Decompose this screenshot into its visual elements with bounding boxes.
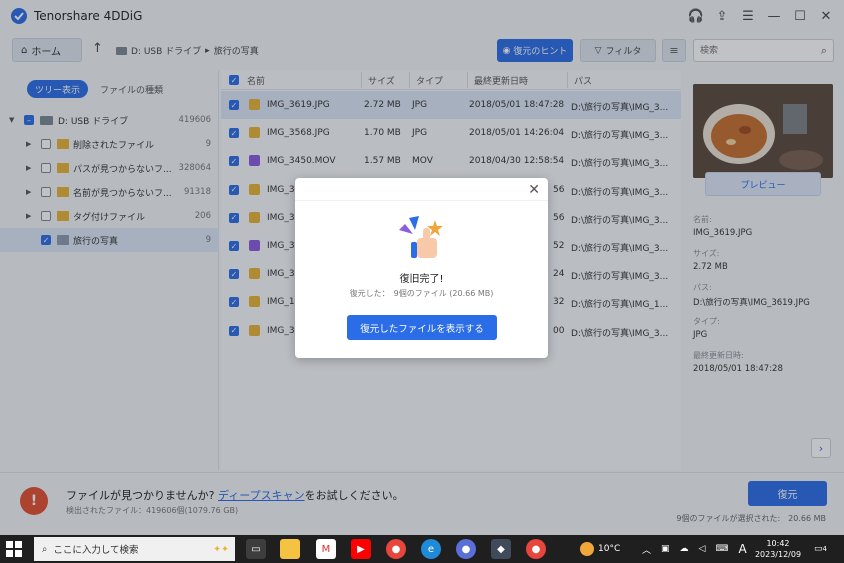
search-icon: ⌕ [42,543,48,555]
youtube-icon[interactable]: ▶ [351,539,371,559]
chrome-profile-icon[interactable]: ● [526,539,546,559]
chrome-icon[interactable]: ● [386,539,406,559]
network-icon[interactable]: ▣ [661,544,670,554]
taskbar-search[interactable]: ⌕ ここに入力して検索 ✦✦ [34,537,235,561]
temperature: 10°C [598,544,621,554]
app-icon[interactable]: ● [456,539,476,559]
clock-time: 10:42 [766,539,790,548]
chevron-up-icon[interactable]: ︿ [642,543,651,556]
show-recovered-files-button[interactable]: 復元したファイルを表示する [347,315,497,340]
weather-icon [580,542,594,556]
notification-count: 4 [822,545,827,553]
task-view-icon[interactable]: ▭ [246,539,266,559]
gmail-icon[interactable]: M [316,539,336,559]
dialog-subtitle: 復元した： 9個のファイル (20.66 MB) [349,289,494,298]
file-explorer-icon[interactable] [280,539,300,559]
4ddig-taskbar-icon[interactable]: ◆ [491,539,511,559]
app-window: Tenorshare 4DDiG 🎧 ⇪ ☰ — ☐ ✕ ⌂ ホーム ↑ D: … [0,0,844,535]
clock-date: 2023/12/09 [754,550,802,559]
thumbs-up-icon [399,216,443,258]
notification-center[interactable]: ▭ 4 [814,535,827,563]
clock[interactable]: 10:42 2023/12/09 [750,538,806,560]
recovery-complete-dialog: ✕ 復旧完了! 復元した： 9個のファイル (20.66 MB) 復元したファイ… [295,178,548,358]
dialog-divider [295,200,548,201]
keyboard-icon[interactable]: ⌨ [715,544,728,554]
speaker-icon[interactable]: ◁ [699,544,706,554]
windows-start-icon[interactable] [6,541,22,557]
close-icon[interactable]: ✕ [528,182,540,198]
notification-icon: ▭ [814,544,823,554]
dialog-title: 復旧完了! [399,274,444,285]
system-tray: ︿ ▣ ☁ ◁ ⌨ A [642,535,747,563]
sparkle-icon: ✦✦ [213,543,229,555]
windows-taskbar: ⌕ ここに入力して検索 ✦✦ ▭ M ▶ ● e ● ◆ ● 10°C ︿ ▣ … [0,535,844,563]
weather-widget[interactable]: 10°C [580,535,620,563]
taskbar-search-placeholder: ここに入力して検索 [53,545,139,556]
ime-indicator[interactable]: A [738,542,746,556]
edge-icon[interactable]: e [421,539,441,559]
cloud-icon[interactable]: ☁ [680,544,689,554]
